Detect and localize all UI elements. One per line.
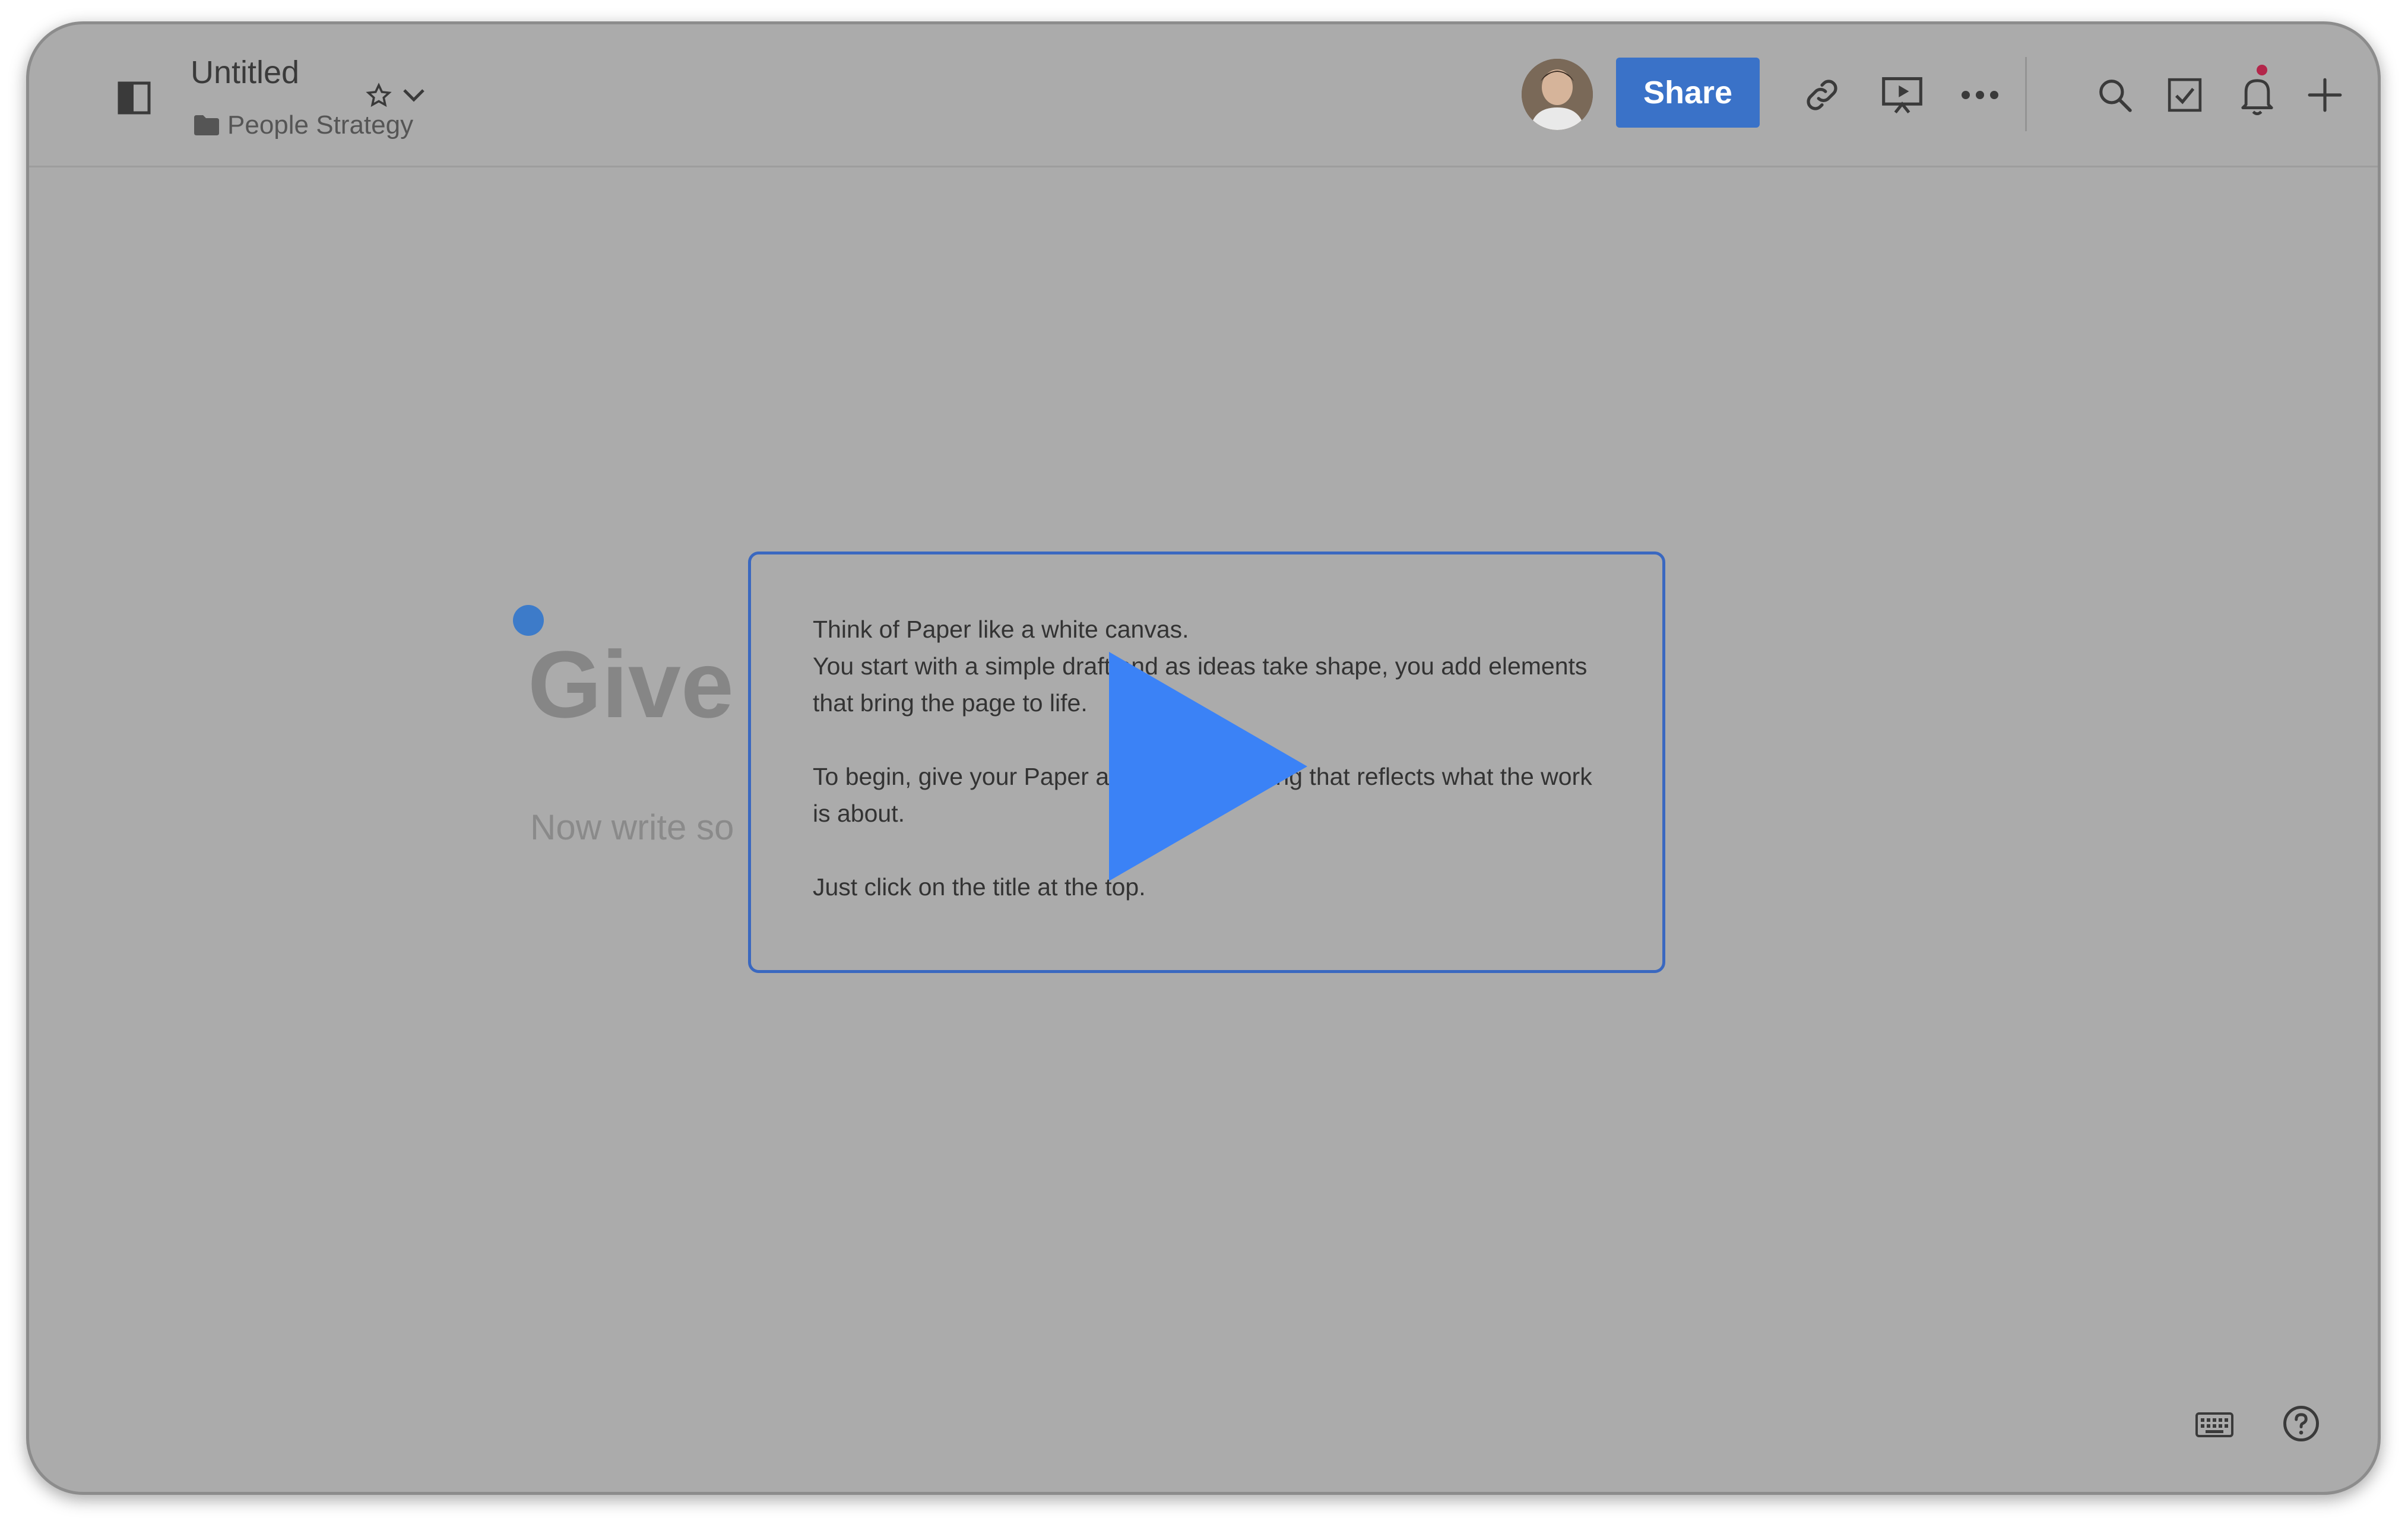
share-button[interactable]: Share [1616, 58, 1760, 128]
notification-dot [2257, 65, 2267, 75]
checkbox-icon[interactable] [2166, 77, 2203, 113]
divider [2025, 57, 2027, 131]
search-icon[interactable] [2096, 77, 2133, 113]
sidebar-toggle-icon[interactable] [118, 81, 151, 115]
star-icon[interactable] [366, 83, 392, 109]
present-icon[interactable] [1880, 75, 1924, 116]
more-icon[interactable] [1960, 88, 2000, 102]
body-placeholder[interactable]: Now write so [530, 807, 734, 848]
folder-name: People Strategy [227, 110, 414, 140]
keyboard-icon[interactable] [2195, 1410, 2234, 1440]
play-icon[interactable] [1108, 651, 1310, 882]
breadcrumb-folder[interactable]: People Strategy [194, 110, 413, 140]
chevron-down-icon[interactable] [402, 85, 426, 104]
top-bar: Untitled People Strategy Share [29, 24, 2378, 167]
avatar[interactable] [1522, 59, 1593, 130]
folder-icon [194, 115, 219, 135]
bell-icon[interactable] [2238, 74, 2277, 116]
plus-icon[interactable] [2306, 77, 2343, 113]
title-placeholder[interactable]: Give [528, 630, 734, 739]
help-icon[interactable] [2282, 1404, 2321, 1443]
app-window: Untitled People Strategy Share Give Now … [26, 21, 2381, 1495]
link-icon[interactable] [1801, 74, 1843, 116]
document-title[interactable]: Untitled [191, 54, 299, 91]
